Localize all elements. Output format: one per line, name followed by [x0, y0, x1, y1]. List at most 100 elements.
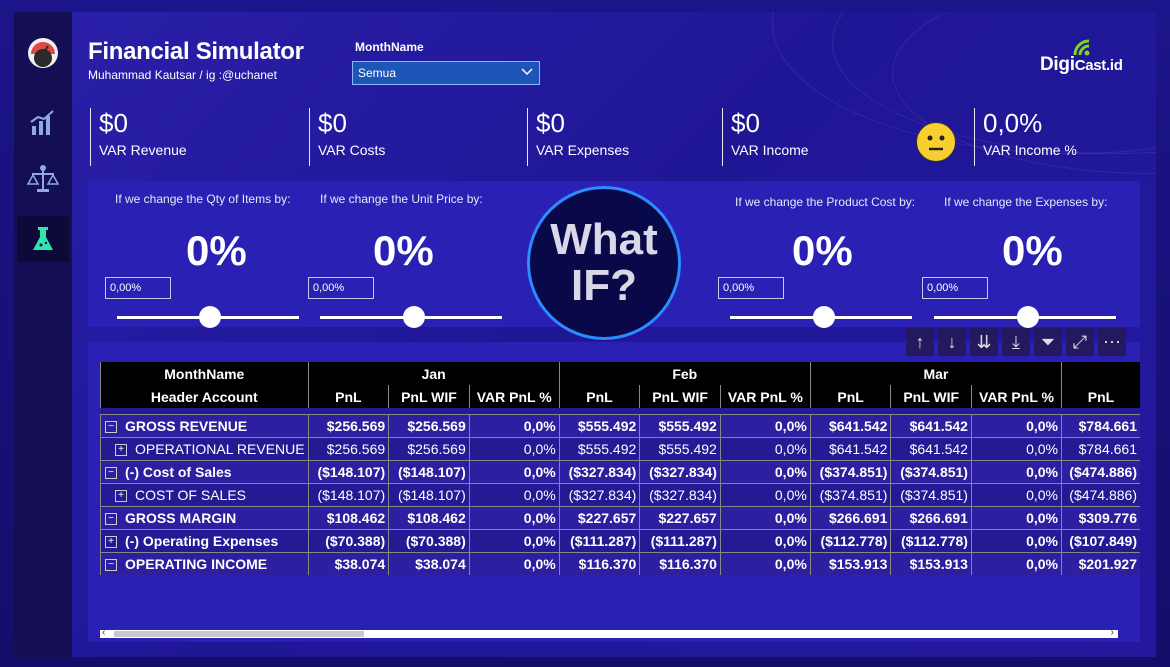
table-cell: ($474.886) — [1061, 460, 1140, 484]
more-options-icon[interactable]: ⋯ — [1098, 328, 1126, 356]
kpi-var-costs: $0 VAR Costs — [309, 108, 385, 166]
table-cell: ($374.851) — [809, 483, 891, 507]
month-header-jan[interactable]: Jan — [307, 362, 560, 385]
expand-hierarchy-icon[interactable]: ⤓ — [1002, 328, 1030, 356]
bar-chart-icon[interactable] — [17, 100, 69, 146]
flask-icon[interactable] — [17, 216, 69, 262]
collapse-icon[interactable]: − — [105, 513, 117, 526]
col-header-pnl[interactable]: PnL — [1061, 385, 1140, 408]
logo-suffix: Cast.id — [1074, 57, 1123, 74]
whatif-badge-line2: IF? — [571, 261, 637, 310]
col-header-pnl[interactable]: PnL — [558, 385, 640, 408]
slicer-label: MonthName — [355, 40, 424, 54]
table-cell: $38.074 — [307, 552, 389, 575]
table-cell: 0,0% — [719, 437, 811, 461]
scroll-right-icon[interactable]: › — [1111, 627, 1114, 638]
table-cell: 0,0% — [468, 483, 560, 507]
table-cell: $256.569 — [388, 414, 470, 438]
row-header[interactable]: Header Account — [100, 385, 309, 408]
table-cell: 0,0% — [970, 506, 1062, 530]
expand-icon[interactable]: + — [115, 490, 127, 503]
row-label-cell: − GROSS REVENUE — [100, 414, 309, 438]
table-cell: $784.661 — [1061, 414, 1140, 438]
filter-icon[interactable]: ⏷ — [1034, 328, 1062, 356]
table-cell: 0,0% — [719, 506, 811, 530]
param-expenses-input[interactable]: 0,00% — [922, 277, 988, 299]
app-frame: Financial Simulator Muhammad Kautsar / i… — [0, 0, 1170, 667]
month-header-feb[interactable]: Feb — [558, 362, 811, 385]
table-cell: $108.462 — [307, 506, 389, 530]
row-label: (-) Cost of Sales — [125, 464, 232, 480]
row-label: GROSS MARGIN — [125, 510, 237, 526]
row-label-cell: + (-) Operating Expenses — [100, 529, 309, 553]
gauge-icon[interactable] — [17, 30, 69, 76]
table-cell: ($70.388) — [388, 529, 470, 553]
collapse-icon[interactable]: − — [105, 467, 117, 480]
scroll-left-icon[interactable]: ‹ — [102, 627, 105, 638]
table-cell: $555.492 — [639, 414, 721, 438]
col-header-var-pnl-pct[interactable]: VAR PnL % — [468, 385, 560, 408]
param-price-value: 0% — [373, 227, 434, 274]
table-cell: 0,0% — [468, 529, 560, 553]
table-cell: $309.776 — [1061, 506, 1140, 530]
table-cell: ($374.851) — [890, 483, 972, 507]
table-cell: $116.370 — [639, 552, 721, 575]
kpi-var-income-pct: 0,0% VAR Income % — [974, 108, 1077, 166]
param-expenses-value: 0% — [1002, 227, 1063, 274]
table-cell: 0,0% — [970, 414, 1062, 438]
table-cell: $153.913 — [809, 552, 891, 575]
horizontal-scrollbar[interactable]: ‹ › — [100, 627, 1118, 638]
row-label: COST OF SALES — [135, 487, 246, 503]
param-qty-input[interactable]: 0,00% — [105, 277, 171, 299]
expand-icon[interactable]: + — [105, 536, 117, 549]
month-header-mar[interactable]: Mar — [809, 362, 1062, 385]
row-label-cell: − GROSS MARGIN — [100, 506, 309, 530]
row-label: GROSS REVENUE — [125, 418, 248, 434]
table-cell: 0,0% — [719, 483, 811, 507]
table-cell: 0,0% — [719, 529, 811, 553]
col-header-pnl[interactable]: PnL — [809, 385, 891, 408]
month-header-next[interactable] — [1061, 362, 1140, 385]
param-price-input[interactable]: 0,00% — [308, 277, 374, 299]
table-cell: ($107.849) — [1061, 529, 1140, 553]
table-cell: $227.657 — [639, 506, 721, 530]
month-slicer-dropdown[interactable]: Semua — [352, 61, 540, 85]
col-header-pnl[interactable]: PnL — [307, 385, 389, 408]
neutral-face-icon — [916, 122, 956, 162]
table-cell: 0,0% — [970, 552, 1062, 575]
slicer-selected-value: Semua — [358, 66, 397, 80]
arrow-down-icon[interactable]: ↓ — [938, 328, 966, 356]
double-arrow-down-icon[interactable]: ⇊ — [970, 328, 998, 356]
param-price-label: If we change the Unit Price by: — [320, 192, 483, 206]
row-label-cell: + COST OF SALES — [100, 483, 309, 507]
table-row: + (-) Operating Expenses ($70.388) ($70.388… — [100, 529, 1140, 553]
param-cost-input[interactable]: 0,00% — [718, 277, 784, 299]
col-header-var-pnl-pct[interactable]: VAR PnL % — [719, 385, 811, 408]
collapse-icon[interactable]: − — [105, 559, 117, 572]
kpi-var-revenue: $0 VAR Revenue — [90, 108, 187, 166]
scrollbar-thumb[interactable] — [114, 631, 364, 637]
kpi-label: VAR Income — [731, 142, 809, 158]
focus-mode-icon[interactable]: ⤢ — [1066, 328, 1094, 356]
param-qty-slider-handle[interactable] — [199, 306, 221, 328]
expand-icon[interactable]: + — [115, 444, 127, 457]
table-cell: ($374.851) — [890, 460, 972, 484]
col-header-pnl-wif[interactable]: PnL WIF — [890, 385, 972, 408]
table-cell: ($148.107) — [307, 483, 389, 507]
table-cell: 0,0% — [719, 460, 811, 484]
table-cell: ($327.834) — [558, 483, 640, 507]
arrow-up-icon[interactable]: ↑ — [906, 328, 934, 356]
table-cell: ($374.851) — [809, 460, 891, 484]
table-cell: $256.569 — [307, 414, 389, 438]
collapse-icon[interactable]: − — [105, 421, 117, 434]
scales-icon[interactable] — [17, 156, 69, 202]
row-label-cell: − OPERATING INCOME — [100, 552, 309, 575]
col-header-pnl-wif[interactable]: PnL WIF — [639, 385, 721, 408]
table-cell: $555.492 — [639, 437, 721, 461]
col-header-pnl-wif[interactable]: PnL WIF — [388, 385, 470, 408]
param-expenses-slider-handle[interactable] — [1017, 306, 1039, 328]
table-cell: 0,0% — [970, 437, 1062, 461]
param-price-slider-handle[interactable] — [403, 306, 425, 328]
param-cost-slider-handle[interactable] — [813, 306, 835, 328]
col-header-var-pnl-pct[interactable]: VAR PnL % — [970, 385, 1062, 408]
